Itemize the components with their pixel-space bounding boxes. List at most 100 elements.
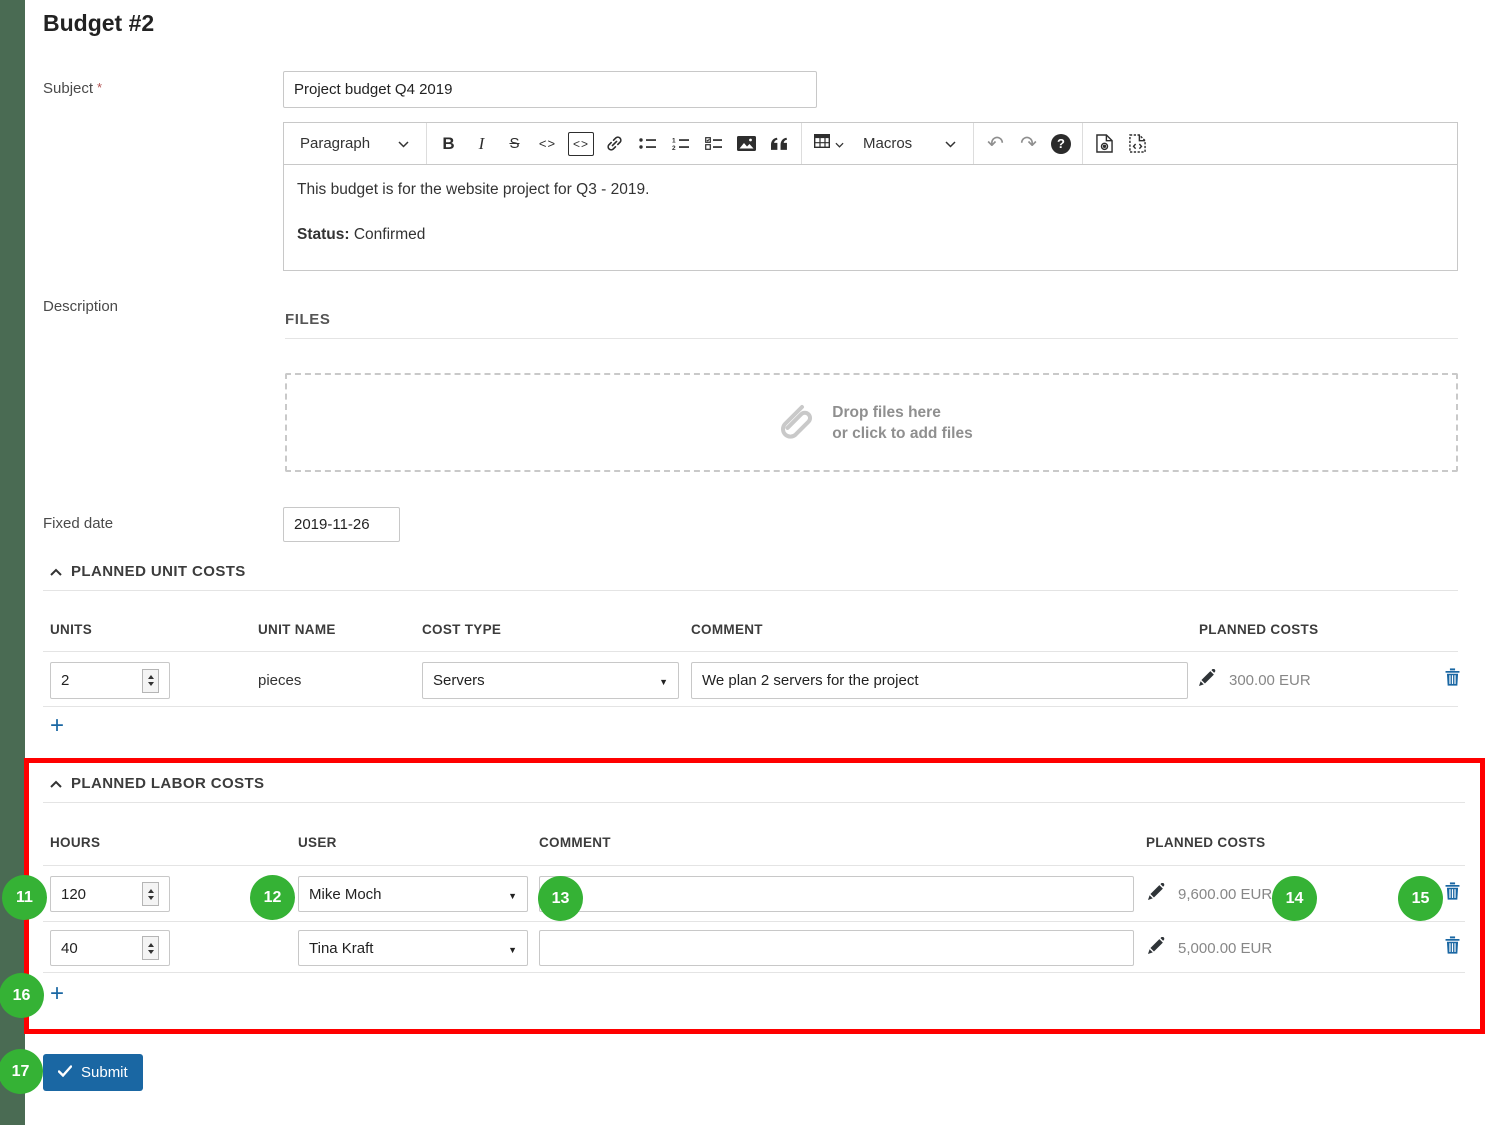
annotation-badge-15: 15 — [1398, 876, 1443, 921]
insert-table-dropdown[interactable] — [807, 123, 851, 164]
inline-code-icon[interactable] — [531, 123, 564, 164]
units-value: 2 — [61, 672, 69, 689]
unit-costs-collapse-header[interactable]: PLANNED UNIT COSTS — [50, 563, 246, 580]
labor-planned-costs[interactable]: 9,600.00 EUR — [1148, 883, 1272, 905]
italic-icon[interactable] — [465, 123, 498, 164]
delete-labor-row-button[interactable] — [1443, 883, 1461, 903]
dropzone-line2: or click to add files — [832, 423, 972, 444]
col-header-units: UNITS — [50, 622, 92, 637]
select-arrow-icon — [508, 886, 517, 903]
file-dropzone[interactable]: Drop files here or click to add files — [285, 373, 1458, 472]
bold-icon[interactable] — [432, 123, 465, 164]
chevron-up-icon — [50, 775, 62, 792]
cost-type-select[interactable]: Servers — [422, 662, 679, 699]
unit-comment-input[interactable]: We plan 2 servers for the project — [691, 662, 1188, 699]
description-label: Description — [43, 298, 118, 315]
annotation-badge-14: 14 — [1272, 876, 1317, 921]
spinner-arrows-icon[interactable] — [142, 669, 159, 693]
annotation-badge-12: 12 — [250, 875, 295, 920]
spinner-arrows-icon[interactable] — [142, 882, 159, 906]
unit-cost-amount: 300.00 EUR — [1229, 672, 1311, 689]
col-header-cost-type: COST TYPE — [422, 622, 501, 637]
image-icon[interactable] — [730, 123, 763, 164]
paragraph-format-dropdown[interactable]: Paragraph — [288, 123, 421, 164]
status-value: Confirmed — [354, 226, 426, 243]
select-arrow-icon — [659, 672, 668, 689]
row-divider — [43, 972, 1465, 973]
annotation-badge-17: 17 — [0, 1049, 43, 1094]
link-icon[interactable] — [598, 123, 631, 164]
select-arrow-icon — [508, 940, 517, 957]
hours-value: 40 — [61, 940, 78, 957]
annotation-badge-13: 13 — [538, 876, 583, 921]
delete-labor-row-button[interactable] — [1443, 937, 1461, 957]
annotation-badge-16: 16 — [0, 973, 44, 1018]
preview-icon[interactable] — [1088, 123, 1121, 164]
col-header-planned-costs: PLANNED COSTS — [1146, 835, 1265, 850]
check-icon — [58, 1064, 72, 1081]
submit-button[interactable]: Submit — [43, 1054, 143, 1091]
spinner-arrows-icon[interactable] — [142, 936, 159, 960]
chevron-down-icon — [945, 135, 956, 152]
fixed-date-input[interactable]: 2019-11-26 — [283, 507, 400, 542]
dropzone-line1: Drop files here — [832, 402, 972, 423]
unit-comment-value: We plan 2 servers for the project — [702, 672, 919, 689]
required-marker: * — [97, 80, 102, 95]
hours-input[interactable]: 40 — [50, 930, 170, 966]
labor-comment-input[interactable] — [539, 876, 1134, 912]
status-label: Status: — [297, 226, 350, 243]
row-divider — [43, 921, 1465, 922]
macros-label: Macros — [863, 135, 935, 152]
chevron-down-icon — [398, 135, 409, 152]
col-header-user: USER — [298, 835, 337, 850]
user-select[interactable]: Mike Moch — [298, 876, 528, 912]
col-header-hours: HOURS — [50, 835, 100, 850]
unit-name-cell: pieces — [258, 672, 301, 689]
strikethrough-icon[interactable] — [498, 123, 531, 164]
annotation-badge-11: 11 — [2, 875, 47, 920]
description-editor-body[interactable]: This budget is for the website project f… — [284, 165, 1457, 270]
labor-costs-collapse-header[interactable]: PLANNED LABOR COSTS — [50, 775, 264, 792]
unit-planned-costs[interactable]: 300.00 EUR — [1199, 669, 1311, 691]
chevron-down-icon — [835, 135, 844, 153]
trash-icon — [1445, 936, 1460, 959]
labor-costs-heading: PLANNED LABOR COSTS — [71, 775, 264, 792]
labor-comment-input[interactable] — [539, 930, 1134, 966]
delete-unit-row-button[interactable] — [1443, 669, 1461, 689]
hours-input[interactable]: 120 — [50, 876, 170, 912]
files-heading: FILES — [285, 311, 331, 328]
col-header-planned-costs: PLANNED COSTS — [1199, 622, 1318, 637]
toolbar-separator — [426, 123, 427, 164]
numbered-list-icon[interactable]: 12 — [664, 123, 697, 164]
help-icon[interactable] — [1051, 134, 1071, 154]
macros-dropdown[interactable]: Macros — [851, 123, 968, 164]
undo-icon[interactable] — [979, 123, 1012, 164]
user-value: Tina Kraft — [309, 940, 373, 957]
row-divider — [43, 706, 1458, 707]
units-input[interactable]: 2 — [50, 662, 170, 699]
code-block-icon[interactable] — [568, 132, 594, 156]
svg-text:2: 2 — [672, 145, 676, 150]
bulleted-list-icon[interactable] — [631, 123, 664, 164]
labor-planned-costs[interactable]: 5,000.00 EUR — [1148, 937, 1272, 959]
add-unit-cost-button[interactable]: + — [50, 714, 64, 738]
pencil-icon — [1148, 937, 1165, 959]
block-quote-icon[interactable] — [763, 123, 796, 164]
todo-list-icon[interactable] — [697, 123, 730, 164]
fixed-date-label: Fixed date — [43, 515, 113, 532]
pencil-icon — [1199, 669, 1216, 691]
add-labor-cost-button[interactable]: + — [50, 982, 64, 1006]
pencil-icon — [1148, 883, 1165, 905]
svg-text:1: 1 — [672, 137, 676, 144]
source-icon[interactable] — [1121, 123, 1154, 164]
description-editor: Paragraph 12 — [283, 122, 1458, 271]
subject-input[interactable]: Project budget Q4 2019 — [283, 71, 817, 108]
redo-icon[interactable] — [1012, 123, 1045, 164]
user-select[interactable]: Tina Kraft — [298, 930, 528, 966]
insert-table-icon — [814, 134, 830, 153]
submit-label: Submit — [81, 1064, 128, 1081]
labor-cost-amount: 5,000.00 EUR — [1178, 940, 1272, 957]
files-divider — [285, 338, 1458, 339]
budget-form-page: Budget #2 Subject* Project budget Q4 201… — [0, 0, 1489, 1125]
col-header-unit-name: UNIT NAME — [258, 622, 336, 637]
